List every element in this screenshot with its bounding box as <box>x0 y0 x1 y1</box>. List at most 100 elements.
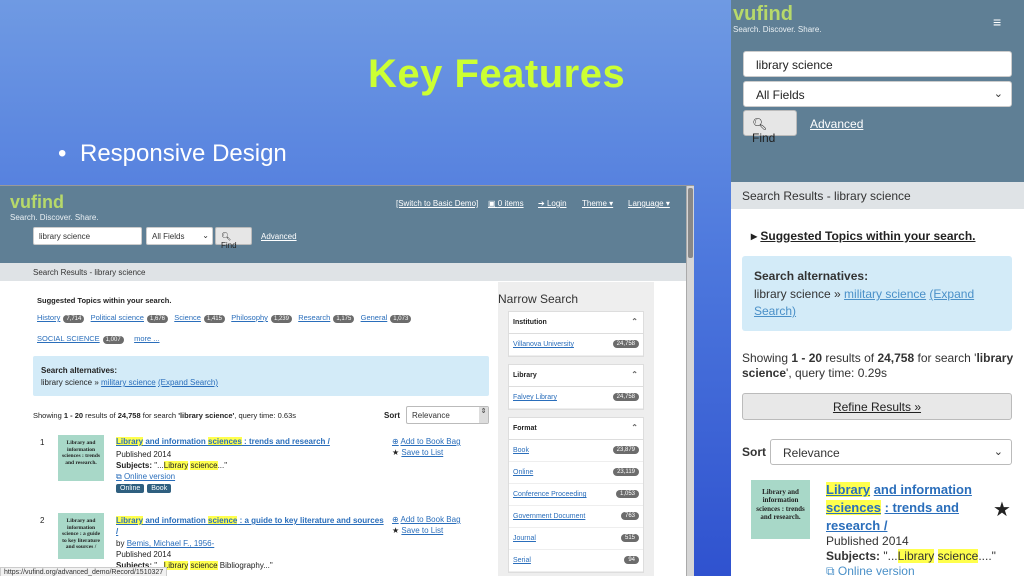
military-science-link[interactable]: military science <box>844 287 926 301</box>
advanced-search-link[interactable]: Advanced <box>810 117 863 131</box>
status-bar-url: https://vufind.org/advanced_demo/Record/… <box>0 567 168 576</box>
book-cover-thumbnail[interactable]: Library and information science : a guid… <box>58 513 104 559</box>
hamburger-menu-icon[interactable]: ≡ <box>993 14 1001 30</box>
facet-item[interactable]: Journal 515 <box>509 528 643 550</box>
chevron-up-icon: ⌃ <box>631 423 638 432</box>
format-badge: Book <box>147 484 172 493</box>
search-alternatives-box <box>33 356 489 396</box>
caret-right-icon: ▸ <box>751 229 761 243</box>
save-to-list[interactable]: ★ Save to List <box>392 448 443 457</box>
basic-demo-link[interactable]: [Switch to Basic Demo] <box>396 199 478 208</box>
search-icon: 🔍︎ <box>752 117 768 131</box>
expand-search-link-cont[interactable]: Search) <box>754 304 796 318</box>
facet-institution: Institution ⌃ Villanova University 24,758 <box>508 311 644 357</box>
result-count: Showing 1 - 20 results of 24,758 for sea… <box>742 351 1014 365</box>
facet-heading[interactable]: Format ⌃ <box>509 418 643 440</box>
book-cover-thumbnail[interactable]: Library and information sciences : trend… <box>58 435 104 481</box>
sort-select[interactable]: Relevance ⇕ <box>406 406 489 424</box>
published-date: Published 2014 <box>116 450 172 459</box>
topic-link[interactable]: History 7,714 <box>37 313 85 323</box>
facet-item[interactable]: Book 23,879 <box>509 440 643 462</box>
chevron-up-icon: ⌃ <box>631 370 638 379</box>
result-count: Showing 1 - 20 results of 24,758 for sea… <box>33 411 296 420</box>
subjects: Subjects: "...Library science..." <box>116 461 228 470</box>
search-field-select[interactable]: All Fields ⌄ <box>146 227 213 245</box>
find-button[interactable]: 🔍︎ Find <box>743 110 797 145</box>
chevron-down-icon: ⌄ <box>993 446 1003 458</box>
suggested-topics-toggle[interactable]: ▸ Suggested Topics within your search. <box>751 229 976 243</box>
book-bag-link[interactable]: ▣ 0 items <box>488 199 524 208</box>
result-title-link[interactable]: Library and information science : a guid… <box>116 515 386 537</box>
author-link[interactable]: Bemis, Michael F., 1956- <box>127 539 215 548</box>
login-link[interactable]: ➔ Login <box>538 199 567 208</box>
military-science-link[interactable]: military science <box>101 378 156 387</box>
topic-link[interactable]: Political science 1,676 <box>91 313 168 323</box>
subjects: Subjects: "...Library science...." <box>826 549 996 563</box>
bullet-item: • Responsive Design <box>58 140 287 168</box>
bag-icon: ▣ <box>488 199 498 208</box>
result-title-link[interactable]: Library and information sciences : trend… <box>826 481 986 535</box>
result-title-link[interactable]: Library and information sciences : trend… <box>116 437 330 446</box>
breadcrumb: Search Results - library science <box>731 182 1024 209</box>
facet-item[interactable]: Serial 94 <box>509 550 643 572</box>
sort-select[interactable]: Relevance ⌄ <box>770 439 1012 465</box>
find-button[interactable]: 🔍︎ Find <box>215 227 252 250</box>
result-count-cont: science', query time: 0.29s <box>742 366 888 380</box>
add-to-book-bag[interactable]: ⊕ Add to Book Bag <box>392 437 461 446</box>
search-alternatives-heading: Search alternatives: <box>41 366 118 375</box>
scrollbar-thumb[interactable] <box>688 188 693 258</box>
expand-search-link[interactable]: (Expand Search) <box>158 378 218 387</box>
search-field-select[interactable]: All Fields ⌄ <box>743 81 1012 107</box>
add-to-book-bag[interactable]: ⊕ Add to Book Bag <box>392 515 461 524</box>
topic-link[interactable]: Philosophy 1,239 <box>231 313 292 323</box>
topic-link[interactable]: General 1,073 <box>361 313 412 323</box>
book-cover-thumbnail[interactable]: Library and information sciences : trend… <box>751 480 810 539</box>
search-alternatives-line: library science » military science (Expa… <box>41 378 218 387</box>
bullet-dot: • <box>58 140 67 167</box>
facet-heading[interactable]: Institution ⌃ <box>509 312 643 334</box>
online-version-link[interactable]: ⧉ Online version <box>116 472 175 482</box>
result-number: 1 <box>40 438 45 447</box>
suggested-topics-heading: Suggested Topics within your search. <box>37 296 172 305</box>
language-menu[interactable]: Language ▾ <box>628 199 670 208</box>
save-to-list[interactable]: ★ Save to List <box>392 526 443 535</box>
external-link-icon: ⧉ <box>826 564 835 576</box>
online-version-link[interactable]: ⧉ Online version <box>826 564 915 576</box>
expand-search-link[interactable]: (Expand <box>929 287 974 301</box>
search-input[interactable]: library science <box>33 227 142 245</box>
facet-item[interactable]: Villanova University 24,758 <box>509 334 643 356</box>
format-badge: Online <box>116 484 145 493</box>
logo-tagline: Search. Discover. Share. <box>10 213 99 222</box>
scrollbar[interactable] <box>686 186 694 576</box>
star-icon: ★ <box>392 526 400 535</box>
vufind-logo[interactable]: vufind <box>733 3 793 26</box>
desktop-header: vufind Search. Discover. Share. [Switch … <box>0 186 686 263</box>
select-arrows-icon: ⇕ <box>479 407 488 423</box>
facet-item[interactable]: Government Document 763 <box>509 506 643 528</box>
more-topics-link[interactable]: more ... <box>134 334 159 343</box>
published-date: Published 2014 <box>116 550 172 559</box>
author-line: by Bemis, Michael F., 1956- <box>116 539 215 548</box>
facet-item[interactable]: Falvey Library 24,758 <box>509 387 643 409</box>
chevron-down-icon: ⌄ <box>202 231 209 240</box>
topic-link[interactable]: Science 1,415 <box>174 313 225 323</box>
theme-menu[interactable]: Theme ▾ <box>582 199 613 208</box>
topic-link[interactable]: SOCIAL SCIENCE 1,007 <box>37 334 124 344</box>
advanced-search-link[interactable]: Advanced <box>261 232 297 241</box>
chevron-up-icon: ⌃ <box>631 317 638 326</box>
facet-item[interactable]: Online 23,119 <box>509 462 643 484</box>
topic-link[interactable]: Research 1,175 <box>298 313 355 323</box>
facet-item[interactable]: Conference Proceeding 1,053 <box>509 484 643 506</box>
vufind-logo[interactable]: vufind <box>10 192 64 213</box>
breadcrumb: Search Results - library science <box>0 263 686 281</box>
refine-results-button[interactable]: Refine Results » <box>742 393 1012 420</box>
facet-library: Library ⌃ Falvey Library 24,758 <box>508 364 644 410</box>
facet-heading[interactable]: Library ⌃ <box>509 365 643 387</box>
bullet-text: Responsive Design <box>80 140 287 167</box>
plus-circle-icon: ⊕ <box>392 437 399 446</box>
star-icon[interactable]: ★ <box>993 497 1011 522</box>
topic-list: History 7,714 Political science 1,676 Scie… <box>37 313 412 323</box>
star-icon: ★ <box>392 448 400 457</box>
slide-title: Key Features <box>368 52 626 96</box>
search-input[interactable]: library science <box>743 51 1012 77</box>
